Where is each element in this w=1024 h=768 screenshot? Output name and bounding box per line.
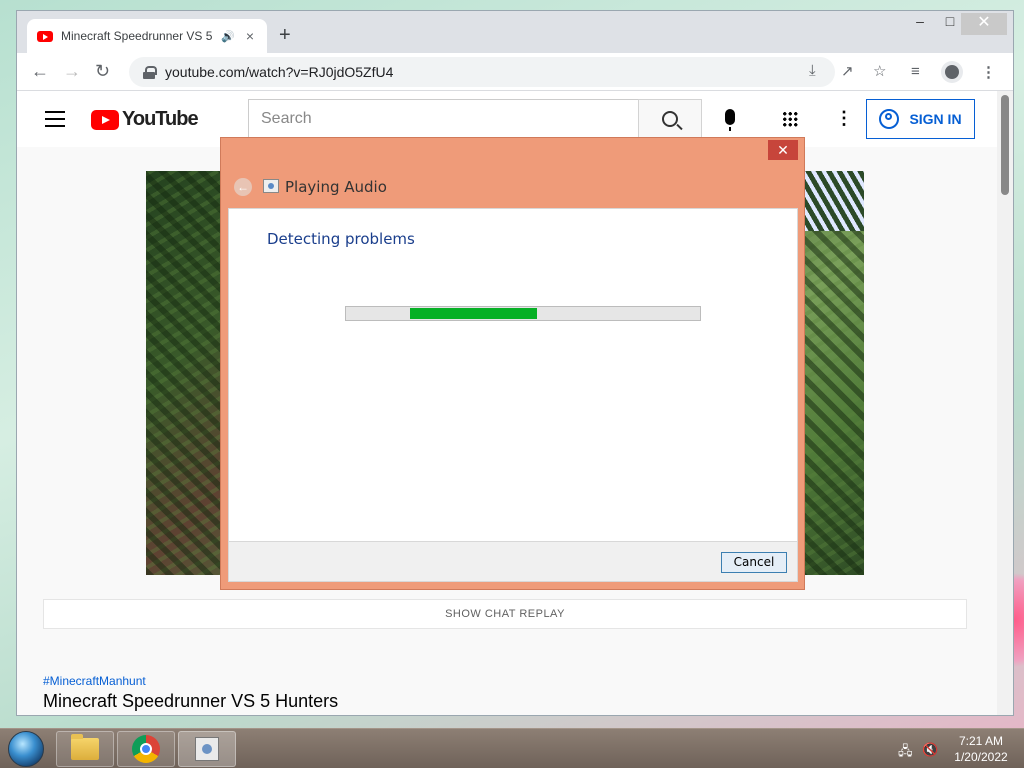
browser-toolbar: ← → ↻ youtube.com/watch?v=RJ0jdO5ZfU4 ⤓ … <box>17 53 1013 91</box>
forward-arrow-icon[interactable]: → <box>63 61 81 82</box>
install-app-icon[interactable]: ⤓ <box>809 62 816 79</box>
tab-close-button[interactable]: × <box>243 28 257 44</box>
youtube-play-icon <box>91 109 119 130</box>
account-circle-icon <box>879 109 900 129</box>
search-input[interactable]: Search <box>248 99 639 139</box>
media-control-icon[interactable]: ≡ <box>911 63 920 80</box>
browser-titlebar[interactable]: Minecraft Speedrunner VS 5 🔊 × + – □ ✕ <box>17 11 1013 53</box>
settings-kebab-icon[interactable]: ⋮ <box>835 108 853 129</box>
browser-tab-youtube[interactable]: Minecraft Speedrunner VS 5 🔊 × <box>27 19 267 53</box>
microphone-icon[interactable] <box>725 109 735 131</box>
network-icon[interactable]: 🖧 <box>898 742 913 764</box>
dialog-back-arrow-icon[interactable]: ← <box>234 178 252 196</box>
video-frame-sky <box>804 171 864 231</box>
youtube-logo[interactable]: YouTube <box>91 108 199 131</box>
search-button[interactable] <box>638 99 702 139</box>
speaker-icon[interactable]: 🔊 <box>221 30 235 43</box>
sign-in-label: SIGN IN <box>909 111 962 127</box>
page-scrollbar[interactable] <box>997 91 1013 715</box>
minimize-button[interactable]: – <box>905 13 935 29</box>
window-close-button[interactable]: ✕ <box>961 13 1007 35</box>
apps-grid-icon[interactable] <box>782 111 798 127</box>
progress-bar <box>345 306 701 321</box>
new-tab-button[interactable]: + <box>279 24 291 47</box>
chrome-menu-icon[interactable]: ⋮ <box>981 63 996 81</box>
sign-in-button[interactable]: SIGN IN <box>866 99 975 139</box>
bookmark-star-icon[interactable]: ☆ <box>873 62 886 80</box>
profile-avatar-icon[interactable] <box>941 61 963 83</box>
cancel-button[interactable]: Cancel <box>721 552 787 573</box>
troubleshooter-icon <box>195 737 219 761</box>
lock-icon[interactable] <box>143 65 157 79</box>
progress-bar-fill <box>410 308 537 319</box>
hamburger-menu-icon[interactable] <box>45 111 65 132</box>
chrome-icon <box>132 735 160 763</box>
url-text[interactable]: youtube.com/watch?v=RJ0jdO5ZfU4 <box>165 64 393 80</box>
search-icon <box>662 111 678 127</box>
file-explorer-icon <box>71 734 99 760</box>
clock-time: 7:21 AM <box>958 734 1004 748</box>
back-arrow-icon[interactable]: ← <box>31 61 49 82</box>
dialog-footer: Cancel <box>228 542 798 582</box>
clock-date: 1/20/2022 <box>954 750 1008 764</box>
youtube-logo-text: YouTube <box>122 108 199 130</box>
tab-title: Minecraft Speedrunner VS 5 <box>61 29 213 43</box>
show-chat-replay-button[interactable]: SHOW CHAT REPLAY <box>43 599 967 629</box>
dialog-status-text: Detecting problems <box>267 230 415 248</box>
taskbar-troubleshooter[interactable] <box>178 731 236 767</box>
dialog-close-button[interactable]: ✕ <box>768 140 798 160</box>
address-bar[interactable]: youtube.com/watch?v=RJ0jdO5ZfU4 <box>129 57 835 87</box>
scrollbar-thumb[interactable] <box>1001 95 1009 195</box>
troubleshooter-app-icon <box>263 179 279 193</box>
start-button[interactable] <box>8 731 44 767</box>
dialog-body: Detecting problems <box>228 208 798 542</box>
volume-muted-icon[interactable]: 🔇 <box>922 742 938 758</box>
dialog-heading: Playing Audio <box>285 178 387 196</box>
video-title: Minecraft Speedrunner VS 5 Hunters <box>43 691 339 711</box>
taskbar-file-explorer[interactable] <box>56 731 114 767</box>
taskbar: 🖧 🔇 7:21 AM 1/20/2022 <box>0 728 1024 768</box>
troubleshooter-dialog: ✕ ← Playing Audio Detecting problems Can… <box>220 137 805 590</box>
system-clock[interactable]: 7:21 AM 1/20/2022 <box>946 733 1016 765</box>
taskbar-chrome[interactable] <box>117 731 175 767</box>
share-icon[interactable]: ↗ <box>841 62 854 80</box>
youtube-favicon-icon <box>37 30 53 42</box>
hashtag-link[interactable]: #MinecraftManhunt <box>43 674 146 688</box>
reload-icon[interactable]: ↻ <box>95 61 110 82</box>
